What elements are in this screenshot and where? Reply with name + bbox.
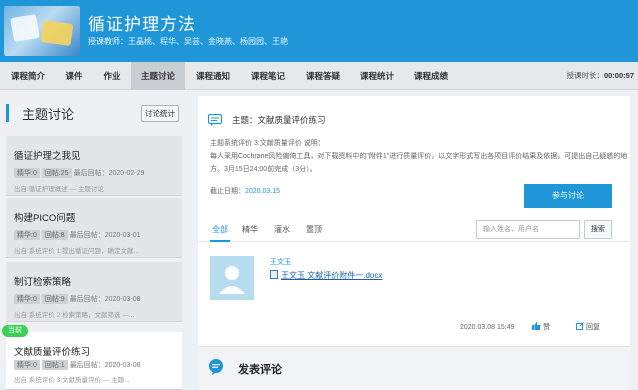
nav-item-stats[interactable]: 课程统计: [351, 62, 403, 90]
sidebar-title: 主题讨论: [22, 107, 75, 122]
like-label: 赞: [542, 324, 550, 331]
last-reply: 最后回帖：2020-03-08: [69, 362, 141, 369]
comment-section-title: 发表评论: [238, 364, 282, 376]
nav-item-discussion[interactable]: 主题讨论: [131, 62, 185, 90]
topic-item-title: 文献质量评价练习: [14, 347, 91, 358]
reply-count: 回帖:9: [41, 294, 68, 304]
last-reply: 最后回帖：2020-03-01: [69, 232, 141, 239]
course-nav: 课程简介 课件 作业 主题讨论 课程通知 课程笔记 课程答疑 课程统计 课程成绩…: [0, 62, 638, 90]
essence-count: 精华:0: [14, 360, 40, 370]
topic-title: 主题：文献质量评价练习: [232, 115, 326, 125]
reply-count: 回帖:1: [41, 360, 68, 370]
deadline-value: 2020.03.15: [245, 188, 281, 195]
last-reply: 最后回帖：2020-02-29: [73, 170, 145, 177]
join-discussion-button[interactable]: 参与讨论: [524, 184, 612, 208]
last-reply: 最后回帖：2020-03-08: [69, 296, 141, 303]
topic-item-source: 出自:系统评价 3:文献质量评价 — 主题...: [14, 377, 130, 384]
edit-icon: [576, 322, 584, 330]
comment-section: 发表评论: [198, 346, 630, 390]
topic-sidebar: 主题讨论 讨论统计 循证护理之我见 精华:0 回帖:25 最后回帖：2020-02-…: [0, 92, 186, 390]
doc-icon: [270, 270, 278, 279]
post-author[interactable]: 王文玉: [270, 257, 291, 267]
tab-all[interactable]: 全部: [212, 224, 228, 235]
timer-value: 00:00:57: [603, 71, 634, 80]
post-item: 王文玉 王文玉 文献评价附件一.docx 2020.03.08 15:49 赞 …: [198, 248, 630, 348]
discussion-stats-button[interactable]: 讨论统计: [141, 105, 179, 122]
topic-item-title: 制订检索策略: [14, 277, 72, 288]
reply-count: 回帖:8: [41, 230, 68, 240]
reply-count: 回帖:25: [41, 168, 72, 178]
chat-bubble-icon: [208, 114, 222, 126]
tab-water[interactable]: 灌水: [274, 224, 290, 235]
nav-item-courseware[interactable]: 课件: [56, 62, 92, 90]
course-thumbnail: [4, 6, 80, 56]
attachment-name: 王文玉 文献评价附件一.docx: [281, 271, 383, 280]
requirement-title: 主题系统评价 3:文献质量评价 说明：: [210, 140, 325, 147]
avatar[interactable]: [210, 256, 254, 300]
nav-item-homework[interactable]: 作业: [94, 62, 130, 90]
deadline: 截止日期：2020.03.15: [210, 186, 280, 196]
course-title: 循证护理方法: [88, 15, 196, 34]
topic-item-meta: 精华:0 回帖:9 最后回帖：2020-03-08: [14, 294, 141, 304]
topic-item-source: 出自:循证护理概述 — 主题讨论: [14, 186, 104, 193]
topic-list-item[interactable]: 制订检索策略 精华:0 回帖:9 最后回帖：2020-03-08 出自:系统评价 2…: [6, 262, 182, 322]
attachment-link[interactable]: 王文玉 文献评价附件一.docx: [270, 270, 382, 281]
teacher-list: 授课教师：王晶桃、程华、吴芸、金晓燕、杨园园、王艳: [88, 37, 288, 46]
nav-item-grades[interactable]: 课程成绩: [405, 62, 457, 90]
like-button[interactable]: 赞: [532, 322, 550, 332]
essence-count: 精华:0: [14, 294, 40, 304]
search-input[interactable]: 输入姓名、用户名: [476, 220, 580, 239]
topic-list-item-active[interactable]: 文献质量评价练习 精华:0 回帖:1 最后回帖：2020-03-08 出自:系统评价…: [6, 332, 182, 390]
active-tab-indicator: [210, 240, 230, 242]
user-icon: [219, 266, 245, 294]
reply-label: 回复: [585, 324, 600, 331]
topic-item-title: 循证护理之我见: [14, 151, 81, 162]
class-timer: 授课时长：00:00:57: [566, 62, 634, 90]
comment-icon: [209, 359, 223, 375]
thumbs-up-icon: [532, 322, 541, 330]
current-topic-badge: 当前: [2, 325, 28, 337]
nav-item-qa[interactable]: 课程答疑: [297, 62, 349, 90]
nav-item-notice[interactable]: 课程通知: [188, 62, 238, 90]
topic-item-title: 构建PICO问题: [14, 213, 76, 224]
page: 循证护理方法 授课教师：王晶桃、程华、吴芸、金晓燕、杨园园、王艳 课程简介 课件…: [0, 0, 638, 390]
search-button[interactable]: 搜索: [584, 220, 612, 239]
essence-count: 精华:0: [14, 230, 40, 240]
requirement-body: 每人采用Cochrane风险偏倚工具，对下载资料中的"附件1"进行质量评价，以文…: [210, 153, 628, 173]
accent-bar: [6, 104, 9, 122]
essence-count: 精华:0: [14, 168, 40, 178]
tab-essence[interactable]: 精华: [242, 224, 258, 235]
topic-item-source: 出自:系统评价 2:检索策略，文献筛选 —...: [14, 312, 135, 319]
post-time: 2020.03.08 15:49: [460, 324, 515, 331]
sidebar-header: 主题讨论 讨论统计: [0, 98, 186, 132]
topic-item-source: 出自:系统评价 1:提出循证问题，确定文献...: [14, 248, 139, 255]
timer-label: 授课时长：: [566, 71, 604, 80]
topic-detail: 主题：文献质量评价练习 主题系统评价 3:文献质量评价 说明： 每人采用Coch…: [198, 96, 630, 390]
reply-button[interactable]: 回复: [576, 322, 600, 332]
topic-list-item[interactable]: 构建PICO问题 精华:0 回帖:8 最后回帖：2020-03-01 出自:系统评价…: [6, 198, 182, 258]
topic-item-meta: 精华:0 回帖:1 最后回帖：2020-03-08: [14, 360, 141, 370]
nav-item-notes[interactable]: 课程笔记: [242, 62, 294, 90]
nav-item-intro[interactable]: 课程简介: [4, 62, 52, 90]
tab-pinned[interactable]: 置顶: [306, 224, 322, 235]
topic-item-meta: 精华:0 回帖:25 最后回帖：2020-02-29: [14, 168, 144, 178]
deadline-label: 截止日期：: [210, 188, 245, 195]
course-header: 循证护理方法 授课教师：王晶桃、程华、吴芸、金晓燕、杨园园、王艳: [0, 0, 638, 62]
topic-list-item[interactable]: 循证护理之我见 精华:0 回帖:25 最后回帖：2020-02-29 出自:循证护理…: [6, 136, 182, 196]
topic-item-meta: 精华:0 回帖:8 最后回帖：2020-03-01: [14, 230, 141, 240]
